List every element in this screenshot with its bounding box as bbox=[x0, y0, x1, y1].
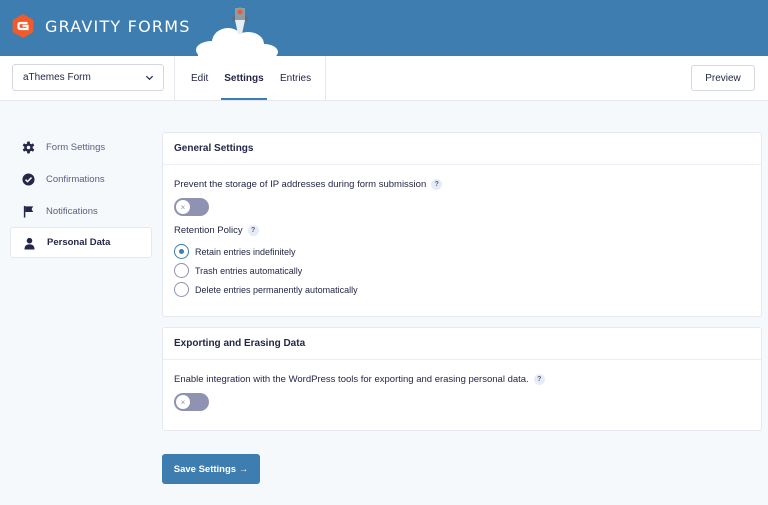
toolbar-divider bbox=[325, 56, 326, 100]
integration-toggle[interactable]: × bbox=[174, 393, 209, 411]
panel-header: General Settings bbox=[163, 133, 761, 165]
ip-storage-toggle[interactable]: × bbox=[174, 198, 209, 216]
tab-edit[interactable]: Edit bbox=[191, 56, 208, 100]
sidebar-item-label: Form Settings bbox=[46, 142, 106, 153]
exporting-erasing-panel: Exporting and Erasing Data Enable integr… bbox=[162, 327, 762, 431]
retention-option-trash[interactable]: Trash entries automatically bbox=[174, 263, 302, 278]
user-icon bbox=[24, 237, 35, 250]
retention-policy-label: Retention Policy ? bbox=[174, 225, 259, 236]
gear-icon bbox=[22, 141, 35, 154]
sidebar-item-confirmations[interactable]: Confirmations bbox=[10, 164, 152, 195]
ip-storage-label: Prevent the storage of IP addresses duri… bbox=[174, 179, 443, 190]
tab-settings[interactable]: Settings bbox=[221, 56, 267, 100]
radio-label: Delete entries permanently automatically bbox=[195, 284, 358, 295]
radio-label: Retain entries indefinitely bbox=[195, 246, 296, 257]
help-icon[interactable]: ? bbox=[247, 225, 259, 236]
retention-policy-label-text: Retention Policy bbox=[174, 225, 243, 236]
toggle-off-icon: × bbox=[176, 200, 190, 214]
sidebar-item-notifications[interactable]: Notifications bbox=[10, 196, 152, 227]
form-toolbar: aThemes Form Edit Settings Entries Previ… bbox=[0, 56, 768, 101]
sidebar-item-personal-data[interactable]: Personal Data bbox=[10, 227, 152, 258]
panel-header: Exporting and Erasing Data bbox=[163, 328, 761, 360]
preview-button[interactable]: Preview bbox=[691, 65, 755, 91]
ip-storage-label-text: Prevent the storage of IP addresses duri… bbox=[174, 179, 427, 190]
form-select-value: aThemes Form bbox=[23, 72, 91, 83]
logo-text: GRAVITY FORMS bbox=[45, 16, 191, 36]
integration-label: Enable integration with the WordPress to… bbox=[174, 374, 545, 385]
radio-button[interactable] bbox=[174, 282, 189, 297]
chevron-down-icon bbox=[145, 75, 154, 81]
flag-icon bbox=[23, 205, 34, 218]
radio-label: Trash entries automatically bbox=[195, 265, 303, 276]
toolbar-divider bbox=[174, 56, 175, 100]
toggle-off-icon: × bbox=[176, 395, 190, 409]
sidebar-item-label: Confirmations bbox=[46, 174, 105, 185]
tab-entries[interactable]: Entries bbox=[280, 56, 311, 100]
radio-button[interactable] bbox=[174, 263, 189, 278]
general-settings-panel: General Settings Prevent the storage of … bbox=[162, 132, 762, 317]
gravity-forms-logo-icon bbox=[12, 14, 34, 38]
panel-title: General Settings bbox=[174, 143, 254, 154]
help-icon[interactable]: ? bbox=[533, 374, 545, 385]
sidebar-item-form-settings[interactable]: Form Settings bbox=[10, 132, 152, 163]
top-header: GRAVITY FORMS bbox=[0, 0, 768, 56]
sidebar-item-label: Notifications bbox=[46, 206, 98, 217]
gravity-forms-logo[interactable]: GRAVITY FORMS bbox=[10, 13, 191, 39]
integration-label-text: Enable integration with the WordPress to… bbox=[174, 374, 529, 385]
radio-button[interactable] bbox=[174, 244, 189, 259]
retention-option-delete[interactable]: Delete entries permanently automatically bbox=[174, 282, 358, 297]
sidebar-item-label: Personal Data bbox=[47, 237, 111, 248]
retention-option-retain[interactable]: Retain entries indefinitely bbox=[174, 244, 296, 259]
rocket-cloud-illustration bbox=[196, 7, 278, 56]
help-icon[interactable]: ? bbox=[431, 179, 443, 190]
form-select-dropdown[interactable]: aThemes Form bbox=[12, 64, 164, 91]
check-circle-icon bbox=[22, 173, 35, 186]
panel-title: Exporting and Erasing Data bbox=[174, 338, 306, 349]
save-settings-button[interactable]: Save Settings → bbox=[162, 454, 260, 484]
